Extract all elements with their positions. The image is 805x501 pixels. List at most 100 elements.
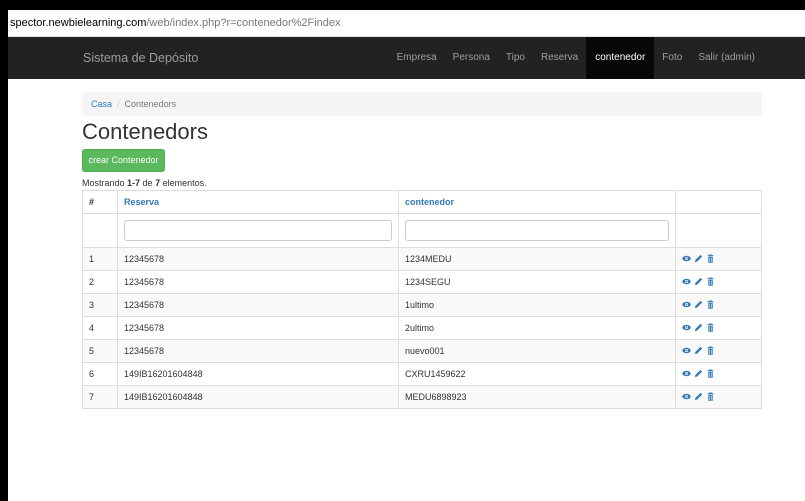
nav-item-tipo[interactable]: Tipo bbox=[498, 37, 533, 79]
table-row: 4 12345678 2ultimo bbox=[82, 316, 762, 340]
trash-icon[interactable] bbox=[706, 322, 715, 332]
summary-mid: de bbox=[140, 178, 156, 188]
row-contenedor: 1234MEDU bbox=[398, 247, 676, 271]
pencil-icon[interactable] bbox=[694, 300, 703, 309]
row-num: 4 bbox=[82, 316, 118, 340]
row-reserva: 149IB16201604848 bbox=[117, 385, 399, 409]
trash-icon[interactable] bbox=[706, 299, 715, 309]
row-contenedor: 1234SEGU bbox=[398, 270, 676, 294]
address-bar[interactable]: spector.newbielearning.com/web/index.php… bbox=[8, 10, 805, 37]
grid-body: 1 12345678 1234MEDU 2 12345678 1234SEGU 3 12345… bbox=[82, 247, 762, 409]
row-action-group bbox=[682, 299, 715, 309]
breadcrumb-current: Contenedors bbox=[124, 99, 177, 109]
sort-contenedor-link[interactable]: contenedor bbox=[405, 197, 454, 207]
summary-prefix: Mostrando bbox=[82, 178, 128, 188]
pencil-icon[interactable] bbox=[694, 277, 703, 286]
row-action-group bbox=[682, 345, 715, 355]
row-contenedor: MEDU6898923 bbox=[398, 385, 676, 409]
row-actions bbox=[675, 385, 762, 409]
trash-icon[interactable] bbox=[706, 276, 715, 286]
table-row: 1 12345678 1234MEDU bbox=[82, 247, 762, 271]
contenedor-grid: # Reserva contenedor 1 12345678 1234MEDU 2 1… bbox=[82, 190, 762, 409]
row-actions bbox=[675, 270, 762, 294]
pencil-icon[interactable] bbox=[694, 323, 703, 332]
trash-icon[interactable] bbox=[706, 345, 715, 355]
filter-reserva-cell bbox=[117, 213, 399, 248]
brand-link[interactable]: Sistema de Depósito bbox=[83, 37, 198, 79]
row-reserva: 12345678 bbox=[117, 339, 399, 363]
row-num: 7 bbox=[82, 385, 118, 409]
row-actions bbox=[675, 247, 762, 271]
trash-icon[interactable] bbox=[706, 368, 715, 378]
row-actions bbox=[675, 339, 762, 363]
row-reserva: 12345678 bbox=[117, 293, 399, 317]
eye-icon[interactable] bbox=[682, 369, 691, 378]
nav-item-logout[interactable]: Salir (admin) bbox=[690, 37, 805, 79]
nav-item-empresa[interactable]: Empresa bbox=[389, 37, 445, 79]
pencil-icon[interactable] bbox=[694, 254, 703, 263]
row-actions bbox=[675, 362, 762, 386]
pencil-icon[interactable] bbox=[694, 346, 703, 355]
row-reserva: 12345678 bbox=[117, 270, 399, 294]
sort-reserva-link[interactable]: Reserva bbox=[124, 197, 159, 207]
url-host: spector.newbielearning.com bbox=[10, 17, 147, 29]
row-actions bbox=[675, 293, 762, 317]
pencil-icon[interactable] bbox=[694, 369, 703, 378]
row-reserva: 12345678 bbox=[117, 247, 399, 271]
filter-reserva-input[interactable] bbox=[124, 220, 392, 241]
eye-icon[interactable] bbox=[682, 346, 691, 355]
row-action-group bbox=[682, 322, 715, 332]
page-title: Contenedors bbox=[82, 119, 208, 144]
nav-item-contenedor[interactable]: contenedor bbox=[586, 37, 655, 79]
eye-icon[interactable] bbox=[682, 392, 691, 401]
row-reserva: 149IB16201604848 bbox=[117, 362, 399, 386]
summary-range: 1-7 bbox=[127, 178, 141, 188]
filter-actions-cell bbox=[675, 213, 762, 248]
eye-icon[interactable] bbox=[682, 300, 691, 309]
header-reserva: Reserva bbox=[117, 190, 399, 214]
header-actions bbox=[675, 190, 762, 214]
table-row: 2 12345678 1234SEGU bbox=[82, 270, 762, 294]
row-contenedor: nuevo001 bbox=[398, 339, 676, 363]
table-row: 7 149IB16201604848 MEDU6898923 bbox=[82, 385, 762, 409]
trash-icon[interactable] bbox=[706, 253, 715, 263]
table-row: 5 12345678 nuevo001 bbox=[82, 339, 762, 363]
filter-contenedor-cell bbox=[398, 213, 676, 248]
row-num: 6 bbox=[82, 362, 118, 386]
row-action-group bbox=[682, 391, 715, 401]
row-actions bbox=[675, 316, 762, 340]
nav-menu: Empresa Persona Tipo Reserva contenedor … bbox=[389, 37, 805, 79]
trash-icon[interactable] bbox=[706, 391, 715, 401]
breadcrumb-home-link[interactable]: Casa bbox=[91, 99, 112, 109]
nav-item-reserva[interactable]: Reserva bbox=[533, 37, 586, 79]
row-num: 3 bbox=[82, 293, 118, 317]
breadcrumb-separator: / bbox=[117, 99, 120, 109]
pencil-icon[interactable] bbox=[694, 392, 703, 401]
grid-summary: Mostrando 1-7 de 7 elementos. bbox=[82, 178, 207, 188]
nav-item-foto[interactable]: Foto bbox=[654, 37, 690, 79]
filter-num-cell bbox=[82, 213, 118, 248]
nav-item-persona[interactable]: Persona bbox=[445, 37, 498, 79]
filter-contenedor-input[interactable] bbox=[405, 220, 669, 241]
eye-icon[interactable] bbox=[682, 323, 691, 332]
breadcrumb: Casa / Contenedors bbox=[82, 92, 762, 116]
row-num: 2 bbox=[82, 270, 118, 294]
top-navbar: Sistema de Depósito Empresa Persona Tipo… bbox=[8, 37, 805, 79]
filter-row bbox=[82, 213, 762, 248]
eye-icon[interactable] bbox=[682, 277, 691, 286]
row-num: 1 bbox=[82, 247, 118, 271]
row-action-group bbox=[682, 368, 715, 378]
header-contenedor: contenedor bbox=[398, 190, 676, 214]
browser-window: spector.newbielearning.com/web/index.php… bbox=[8, 10, 805, 501]
header-num: # bbox=[82, 190, 118, 214]
row-contenedor: CXRU1459622 bbox=[398, 362, 676, 386]
create-contenedor-button[interactable]: crear Contenedor bbox=[82, 149, 165, 172]
eye-icon[interactable] bbox=[682, 254, 691, 263]
row-action-group bbox=[682, 276, 715, 286]
row-action-group bbox=[682, 253, 715, 263]
row-reserva: 12345678 bbox=[117, 316, 399, 340]
row-contenedor: 1ultimo bbox=[398, 293, 676, 317]
header-row: # Reserva contenedor bbox=[82, 190, 762, 214]
row-num: 5 bbox=[82, 339, 118, 363]
table-row: 6 149IB16201604848 CXRU1459622 bbox=[82, 362, 762, 386]
